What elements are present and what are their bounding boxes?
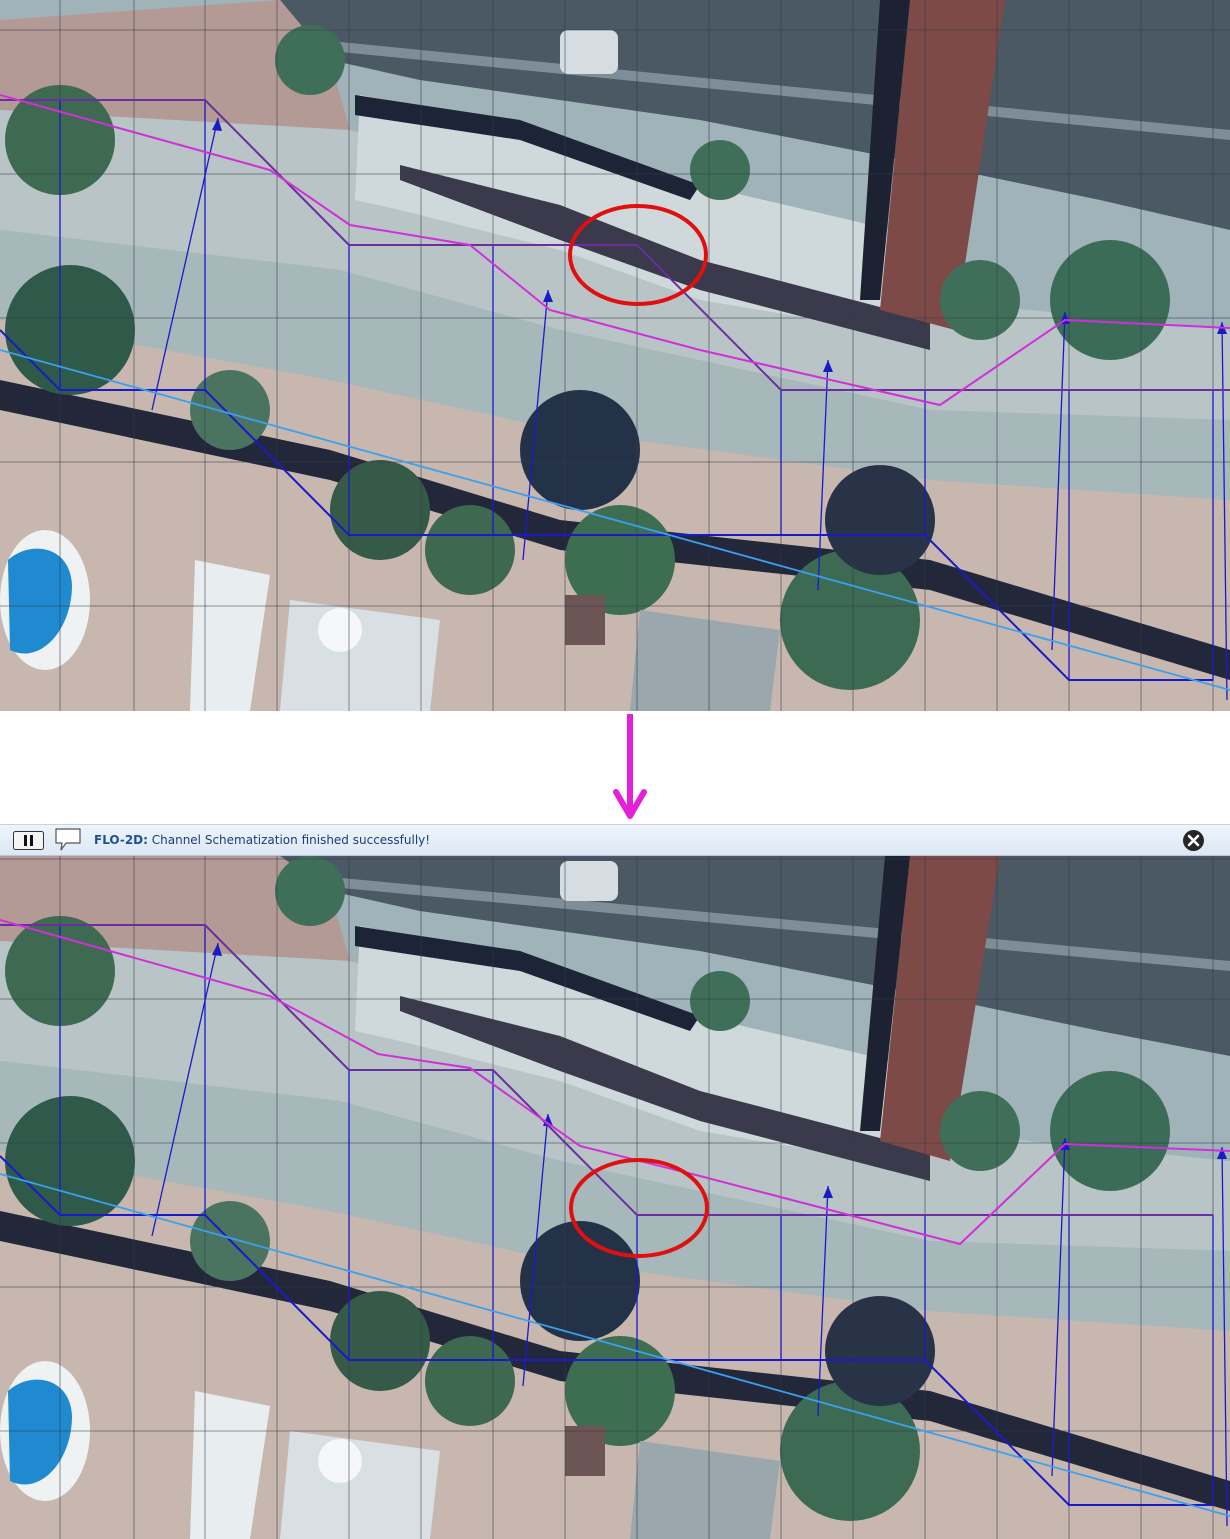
map-canvas-after[interactable] <box>0 856 1230 1539</box>
message-source: FLO-2D: <box>94 833 148 847</box>
map-view-before[interactable] <box>0 0 1230 711</box>
map-canvas-before[interactable] <box>0 0 1230 711</box>
message-body: Channel Schematization finished successf… <box>147 833 431 847</box>
pause-icon[interactable] <box>13 831 44 850</box>
aerial-basemap <box>0 856 1230 1539</box>
map-view-after[interactable] <box>0 856 1230 1539</box>
speech-bubble-icon[interactable] <box>54 827 82 853</box>
message-bar: FLO-2D: Channel Schematization finished … <box>0 824 1230 856</box>
close-circle-icon[interactable] <box>1182 829 1205 852</box>
aerial-basemap <box>0 0 1230 711</box>
message-text: FLO-2D: Channel Schematization finished … <box>94 833 430 847</box>
arrow-down-icon <box>613 714 647 819</box>
